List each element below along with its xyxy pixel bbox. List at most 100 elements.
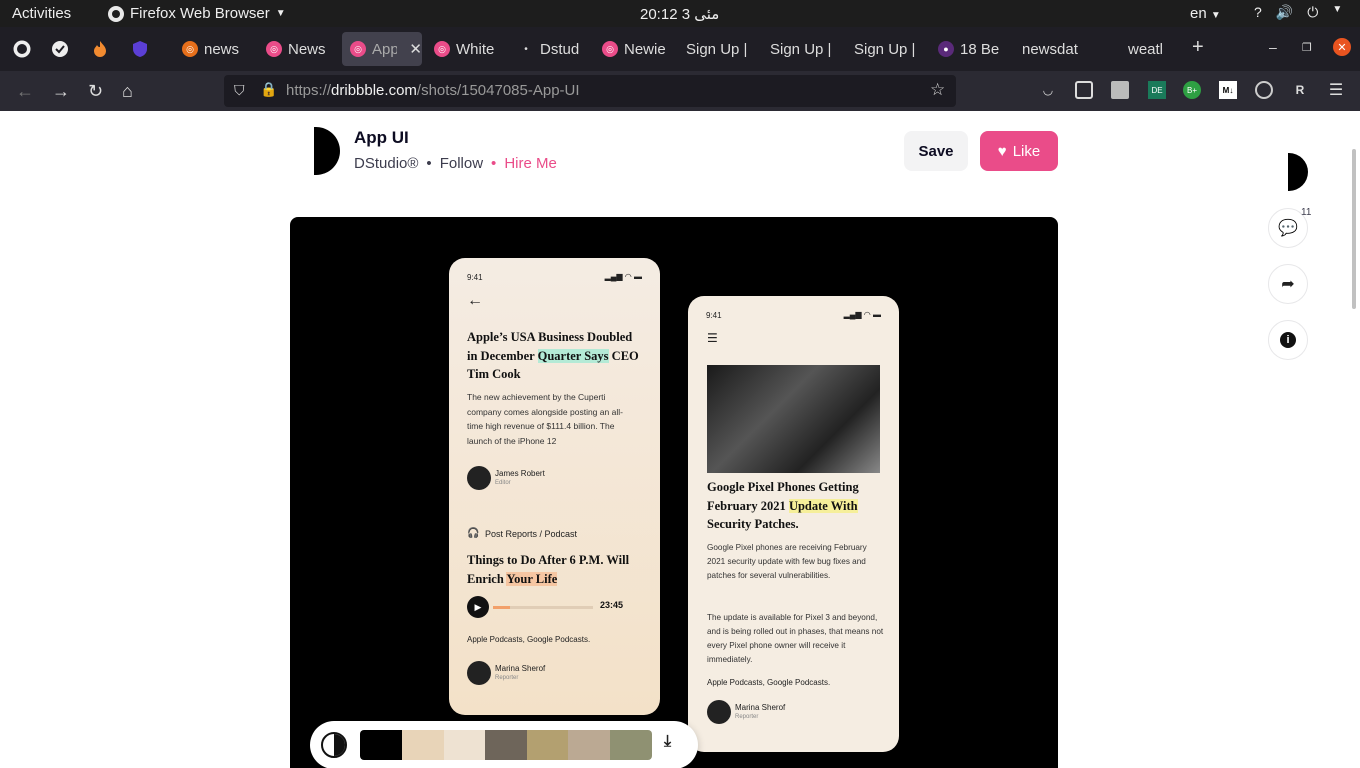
new-tab-button[interactable]: + (1192, 36, 1204, 59)
lock-icon[interactable]: 🔒 (260, 81, 277, 98)
system-top-bar: Activities Firefox Web Browser ▼ 20:12 م… (0, 0, 1360, 27)
tab-18-best[interactable]: ● 18 Be (930, 32, 1008, 66)
dribbble-icon: ◎ (266, 41, 282, 57)
language-indicator[interactable]: en ▼ (1190, 5, 1221, 22)
fire-pinned-tab[interactable] (88, 37, 112, 61)
forward-button[interactable]: → (52, 80, 70, 102)
heart-icon: ♥ (997, 142, 1007, 160)
author-name: Marina Sherof (735, 703, 786, 712)
fire-icon (94, 41, 106, 57)
comments-count: 11 (1301, 207, 1312, 218)
color-swatch[interactable] (360, 730, 402, 760)
extension-icon[interactable] (1255, 81, 1273, 99)
status-time: 9:41 (706, 311, 722, 320)
tab-weather[interactable]: weatl (1120, 32, 1170, 66)
article-body: The new achievement by the Cuperti compa… (467, 392, 623, 446)
tab-label: News (288, 40, 326, 58)
separator-dot: • (426, 155, 432, 172)
extension-icon[interactable]: R (1291, 81, 1309, 99)
podcast-duration: 23:45 (600, 600, 624, 610)
app-name: Firefox Web Browser (130, 5, 270, 22)
author-avatar (467, 466, 491, 490)
shot-image[interactable]: 9:41 ▂▄▆ ◠ ▬ ← Apple’s USA Business Doub… (290, 217, 1058, 768)
color-swatch[interactable] (402, 730, 444, 760)
dribbble-icon: ◎ (434, 41, 450, 57)
translate-extension-icon[interactable]: DE (1148, 81, 1166, 99)
extension-icon[interactable] (1111, 81, 1129, 99)
color-swatch[interactable] (444, 730, 486, 760)
tab-label: 18 Be (960, 40, 1000, 58)
info-button[interactable]: i (1268, 320, 1308, 360)
author-avatar-side[interactable] (1288, 153, 1308, 191)
headline-highlight: Update With (788, 498, 858, 513)
extension-icon[interactable] (1075, 81, 1093, 99)
save-button[interactable]: Save (904, 131, 968, 171)
network-icon: ? (1254, 4, 1262, 20)
tab-newsdata[interactable]: newsdat (1014, 32, 1092, 66)
tab-white[interactable]: ◎ White (426, 32, 504, 66)
extension-icon[interactable]: B+ (1183, 81, 1201, 99)
tab-signup-3[interactable]: Sign Up | (846, 32, 924, 66)
author-link[interactable]: DStudio® (354, 155, 418, 172)
tab-newie[interactable]: ◎ Newie (594, 32, 672, 66)
close-icon[interactable]: ✕ (409, 40, 422, 58)
url-bar[interactable]: ⛉ 🔒 https://dribbble.com/shots/15047085-… (224, 75, 956, 107)
system-tray[interactable]: ? 🔊 ⏻ ▼ (1254, 4, 1342, 21)
follow-link[interactable]: Follow (440, 155, 483, 172)
color-swatch[interactable] (610, 730, 652, 760)
author-avatar[interactable] (314, 127, 340, 175)
tab-label: Dstud (540, 40, 580, 58)
download-icon[interactable]: ⤓ (664, 733, 671, 751)
article-headline: Google Pixel Phones Getting February 202… (707, 478, 887, 534)
tab-news-2[interactable]: ◎ News (258, 32, 336, 66)
minimize-button[interactable]: – (1269, 39, 1277, 55)
app-menu[interactable]: Firefox Web Browser ▼ (108, 5, 286, 22)
color-swatch[interactable] (527, 730, 569, 760)
chevron-down-icon: ▼ (275, 8, 286, 19)
back-button[interactable]: ← (16, 80, 34, 102)
home-button[interactable]: ⌂ (122, 80, 133, 102)
progress-track (493, 606, 593, 609)
scrollbar[interactable] (1352, 149, 1356, 309)
tab-signup-2[interactable]: Sign Up | (762, 32, 840, 66)
color-swatch[interactable] (568, 730, 610, 760)
hire-me-link[interactable]: Hire Me (504, 155, 557, 172)
maximize-button[interactable]: ❐ (1302, 41, 1312, 54)
tab-label: weatl (1128, 40, 1164, 58)
shot-title: App UI (354, 128, 409, 147)
close-window-button[interactable]: ✕ (1333, 38, 1351, 56)
tab-label: White (456, 40, 495, 58)
tab-label: App UI (372, 40, 398, 58)
power-icon: ⏻ (1307, 4, 1319, 20)
url-text[interactable]: https://dribbble.com/shots/15047085-App-… (286, 82, 580, 99)
like-button[interactable]: ♥ Like (980, 131, 1058, 171)
shield-pinned-tab[interactable] (128, 37, 152, 61)
clock[interactable]: 20:12 مئى 3 (640, 5, 719, 23)
reload-button[interactable]: ↻ (88, 80, 103, 102)
github-pinned-tab[interactable] (10, 37, 34, 61)
shield-icon[interactable]: ⛉ (234, 82, 245, 99)
status-icons: ▂▄▆ ◠ ▬ (604, 272, 642, 281)
tab-app-ui[interactable]: ◎ App UI ✕ (342, 32, 422, 66)
color-swatch[interactable] (485, 730, 527, 760)
tab-label: Sign Up | (770, 40, 832, 58)
podcast-title-highlight: Your Life (506, 571, 558, 586)
bookmark-star-icon[interactable]: ☆ (930, 80, 945, 100)
author-avatar (707, 700, 731, 724)
separator-dot: • (491, 155, 497, 172)
tab-bar: ◎ news ◎ News ◎ App UI ✕ ◎ White • Dstud… (0, 27, 1360, 71)
tab-dstudio[interactable]: • Dstud (510, 32, 588, 66)
tab-news-1[interactable]: ◎ news (174, 32, 252, 66)
share-button[interactable]: ➦ (1268, 264, 1308, 304)
phone-mockup-2: 9:41 ▂▄▆ ◠ ▬ ☰ Google Pixel Phones Getti… (688, 296, 899, 752)
contrast-toggle-icon[interactable] (321, 732, 347, 758)
tab-signup-1[interactable]: Sign Up | (678, 32, 756, 66)
activities-button[interactable]: Activities (12, 5, 71, 22)
author-role: Editor (495, 480, 511, 486)
url-path: /shots/15047085-App-UI (416, 82, 580, 99)
hamburger-menu-icon[interactable]: ☰ (1327, 81, 1345, 99)
pocket-icon[interactable]: ◡ (1039, 81, 1057, 99)
like-label: Like (1012, 142, 1041, 160)
tasks-pinned-tab[interactable] (48, 37, 72, 61)
markdown-extension-icon[interactable]: M↓ (1219, 81, 1237, 99)
